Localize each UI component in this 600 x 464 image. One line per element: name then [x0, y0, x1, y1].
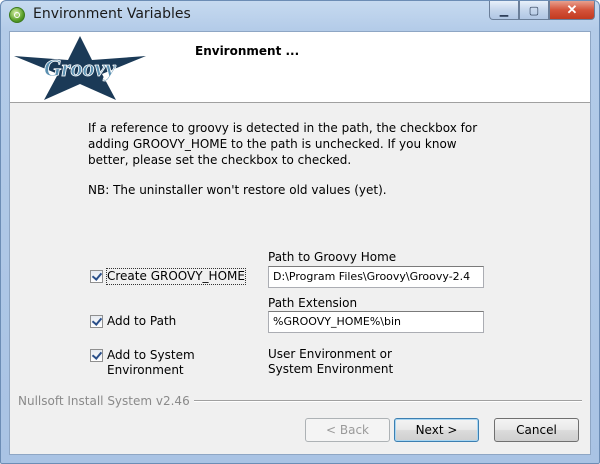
close-button[interactable]: ✕: [549, 1, 595, 20]
create-home-label[interactable]: Create GROOVY_HOME: [106, 268, 246, 285]
create-home-checkbox[interactable]: [90, 270, 103, 283]
add-to-path-label[interactable]: Add to Path: [107, 314, 176, 329]
groovy-home-input[interactable]: D:\Program Files\Groovy\Groovy-2.4: [268, 266, 484, 288]
add-to-path-option[interactable]: Add to Path: [90, 314, 176, 329]
groovy-logo-icon: Groovy: [14, 36, 146, 100]
note-text: NB: The uninstaller won't restore old va…: [88, 183, 387, 197]
create-home-option[interactable]: Create GROOVY_HOME: [90, 268, 246, 285]
page-header: Groovy Environment ...: [10, 32, 590, 103]
add-to-system-checkbox[interactable]: [90, 349, 103, 362]
environment-type-line1: User Environment or: [268, 347, 392, 361]
add-to-path-checkbox[interactable]: [90, 315, 103, 328]
environment-type-text: User Environment or System Environment: [268, 347, 393, 377]
add-to-system-label-line2: Environment: [107, 363, 184, 377]
next-button[interactable]: Next >: [394, 418, 479, 442]
path-extension-label: Path Extension: [268, 296, 358, 310]
environment-type-line2: System Environment: [268, 362, 394, 376]
add-to-system-label-line1: Add to System: [107, 348, 195, 362]
description-text: If a reference to groovy is detected in …: [88, 121, 478, 167]
logo-text: Groovy: [44, 56, 116, 82]
page-title: Environment ...: [195, 44, 300, 58]
add-to-system-option[interactable]: Add to System Environment: [90, 348, 195, 378]
installer-window: Environment Variables ▁ ▢ ✕ Groovy Envir…: [0, 0, 600, 464]
branding-line: Nullsoft Install System v2.46: [18, 394, 582, 408]
minimize-button[interactable]: ▁: [489, 1, 519, 20]
cancel-button[interactable]: Cancel: [494, 418, 579, 442]
installer-body: Groovy Environment ... If a reference to…: [9, 31, 591, 455]
maximize-button[interactable]: ▢: [519, 1, 549, 20]
window-title: Environment Variables: [33, 6, 191, 22]
window-controls: ▁ ▢ ✕: [489, 1, 595, 21]
back-button[interactable]: < Back: [305, 418, 390, 442]
add-to-system-label[interactable]: Add to System Environment: [107, 348, 195, 378]
branding-text: Nullsoft Install System v2.46: [18, 394, 190, 408]
groovy-home-label: Path to Groovy Home: [268, 250, 397, 264]
title-bar[interactable]: Environment Variables ▁ ▢ ✕: [1, 1, 599, 31]
installer-app-icon: [9, 7, 25, 23]
branding-divider: [193, 400, 582, 402]
path-extension-input[interactable]: %GROOVY_HOME%\bin: [268, 311, 484, 333]
